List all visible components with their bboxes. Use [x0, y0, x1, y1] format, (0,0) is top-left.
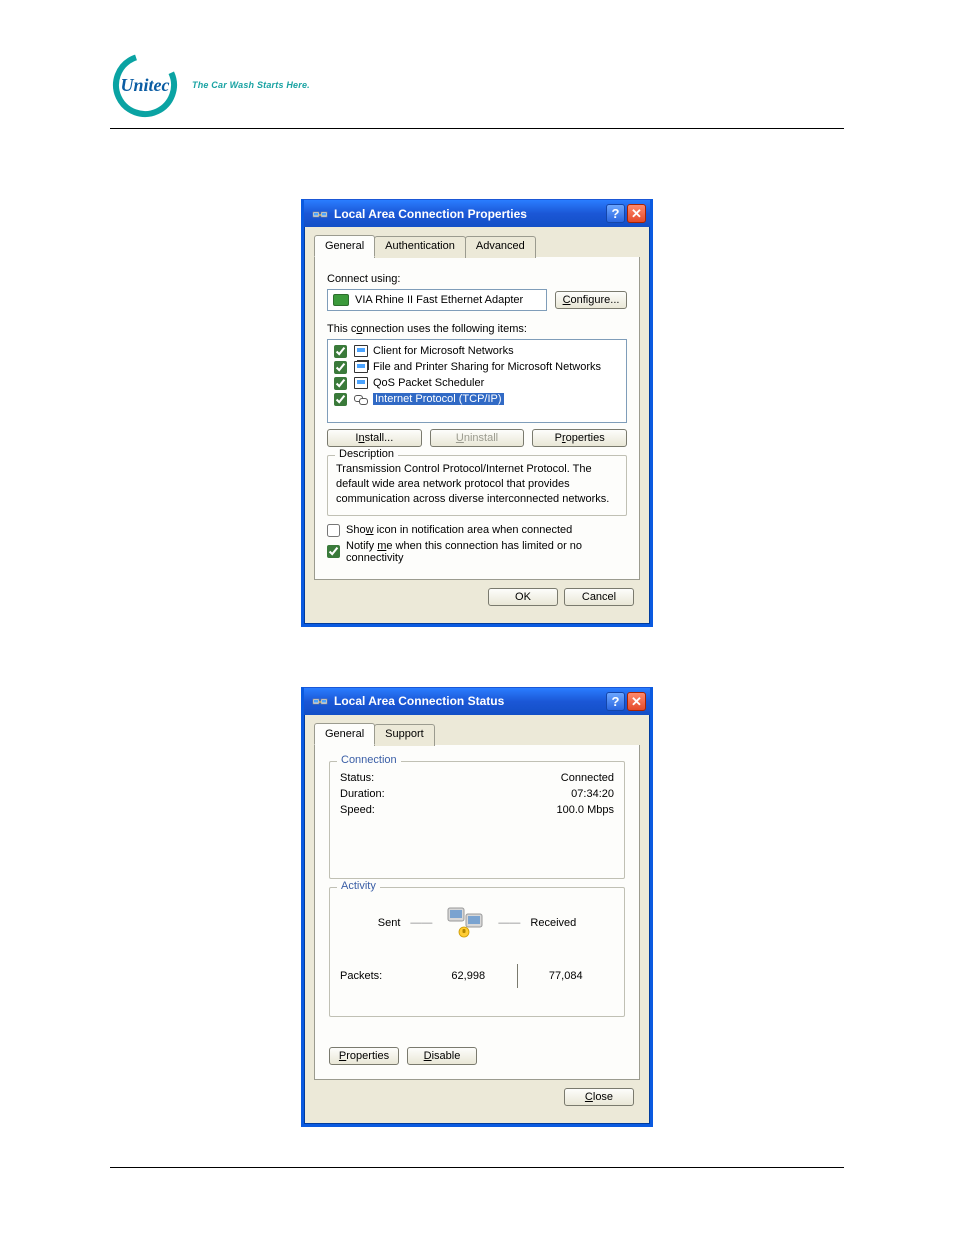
tcpip-icon	[354, 392, 368, 406]
help-button[interactable]: ?	[606, 204, 625, 223]
item-label: QoS Packet Scheduler	[373, 377, 484, 389]
description-text: Transmission Control Protocol/Internet P…	[336, 462, 618, 507]
show-icon-checkbox[interactable]	[327, 524, 340, 537]
properties-button[interactable]: Properties	[329, 1047, 399, 1065]
item-checkbox[interactable]	[334, 361, 347, 374]
notify-label: Notify me when this connection has limit…	[346, 540, 627, 564]
dialog-title: Local Area Connection Status	[334, 694, 604, 708]
ok-button[interactable]: OK	[488, 588, 558, 606]
connect-using-label: Connect using:	[327, 273, 627, 285]
status-value: Connected	[561, 772, 614, 784]
tab-general[interactable]: General	[314, 235, 375, 257]
description-group: Description Transmission Control Protoco…	[327, 455, 627, 516]
tab-advanced[interactable]: Advanced	[465, 236, 536, 258]
configure-button[interactable]: Configure...	[555, 291, 627, 309]
disable-button[interactable]: Disable	[407, 1047, 477, 1065]
items-listbox[interactable]: Client for Microsoft Networks File and P…	[327, 339, 627, 423]
fileshare-icon	[354, 360, 368, 374]
connection-group: Connection Status: Connected Duration: 0…	[329, 761, 625, 879]
item-label: Internet Protocol (TCP/IP)	[373, 393, 504, 405]
speed-label: Speed:	[340, 804, 375, 816]
page-header: Unitec The Car Wash Starts Here.	[110, 50, 844, 129]
received-label: Received	[530, 917, 576, 929]
list-item[interactable]: QoS Packet Scheduler	[332, 375, 622, 391]
tab-authentication[interactable]: Authentication	[374, 236, 466, 258]
help-button[interactable]: ?	[606, 692, 625, 711]
item-label: Client for Microsoft Networks	[373, 345, 514, 357]
brand-tagline: The Car Wash Starts Here.	[192, 80, 310, 90]
show-icon-label: Show icon in notification area when conn…	[346, 524, 572, 536]
network-icon	[312, 206, 328, 222]
brand-logo: Unitec	[110, 50, 180, 120]
item-checkbox[interactable]	[334, 377, 347, 390]
status-label: Status:	[340, 772, 374, 784]
cancel-button[interactable]: Cancel	[564, 588, 634, 606]
activity-group: Activity Sent ——	[329, 887, 625, 1017]
titlebar[interactable]: Local Area Connection Properties ? ✕	[304, 199, 650, 227]
tab-general[interactable]: General	[314, 723, 375, 745]
svg-text:Unitec: Unitec	[121, 75, 170, 95]
activity-icon	[442, 900, 488, 946]
properties-button[interactable]: Properties	[532, 429, 627, 447]
client-icon	[354, 344, 368, 358]
activity-legend: Activity	[337, 880, 380, 892]
nic-icon	[333, 294, 349, 306]
network-icon	[312, 693, 328, 709]
uninstall-button: Uninstall	[430, 429, 525, 447]
item-checkbox[interactable]	[334, 345, 347, 358]
item-checkbox[interactable]	[334, 393, 347, 406]
footer-rule	[110, 1167, 844, 1168]
connection-properties-dialog: Local Area Connection Properties ? ✕ Gen…	[301, 199, 653, 627]
speed-value: 100.0 Mbps	[557, 804, 614, 816]
items-label: This connection uses the following items…	[327, 323, 627, 335]
item-label: File and Printer Sharing for Microsoft N…	[373, 361, 601, 373]
connection-legend: Connection	[337, 754, 401, 766]
titlebar[interactable]: Local Area Connection Status ? ✕	[304, 687, 650, 715]
adapter-field[interactable]: VIA Rhine II Fast Ethernet Adapter	[327, 289, 547, 311]
list-item[interactable]: Client for Microsoft Networks	[332, 343, 622, 359]
sent-label: Sent	[378, 917, 401, 929]
tab-strip: General Authentication Advanced	[314, 235, 640, 258]
qos-icon	[354, 376, 368, 390]
install-button[interactable]: Install...	[327, 429, 422, 447]
list-item[interactable]: File and Printer Sharing for Microsoft N…	[332, 359, 622, 375]
list-item[interactable]: Internet Protocol (TCP/IP)	[332, 391, 622, 407]
adapter-name: VIA Rhine II Fast Ethernet Adapter	[355, 294, 523, 306]
close-button[interactable]: ✕	[627, 204, 646, 223]
dialog-title: Local Area Connection Properties	[334, 207, 604, 221]
duration-label: Duration:	[340, 788, 385, 800]
packets-received: 77,084	[518, 970, 615, 982]
tab-strip: General Support	[314, 723, 640, 746]
close-button[interactable]: ✕	[627, 692, 646, 711]
connection-status-dialog: Local Area Connection Status ? ✕ General…	[301, 687, 653, 1127]
packets-sent: 62,998	[420, 970, 517, 982]
packets-label: Packets:	[340, 970, 420, 982]
tab-support[interactable]: Support	[374, 724, 435, 746]
duration-value: 07:34:20	[571, 788, 614, 800]
notify-checkbox[interactable]	[327, 545, 340, 558]
close-dialog-button[interactable]: Close	[564, 1088, 634, 1106]
description-legend: Description	[335, 448, 398, 460]
